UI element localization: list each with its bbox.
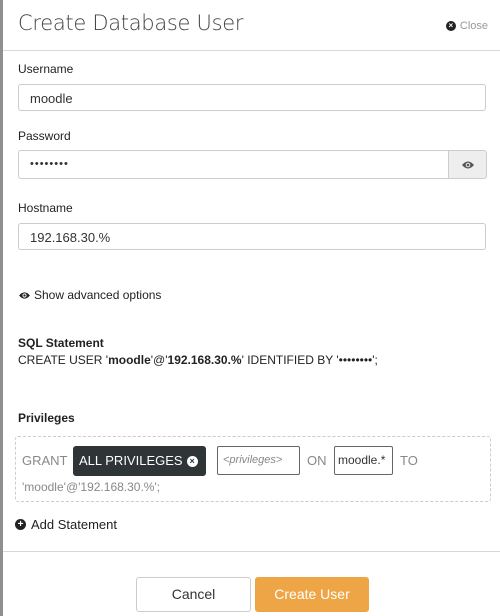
hostname-label: Hostname (18, 201, 73, 215)
hostname-input[interactable]: 192.168.30.% (18, 223, 486, 250)
close-label: Close (459, 20, 488, 32)
privilege-chip-label: ALL PRIVILEGES (79, 453, 183, 468)
times-circle-icon: × (445, 21, 456, 31)
sql-host: 192.168.30.% (167, 353, 242, 367)
dialog-header: Create Database User × Close (3, 0, 500, 51)
sql-prefix: CREATE USER ' (18, 353, 109, 367)
sql-suffix: ' IDENTIFIED BY '••••••••'; (241, 353, 378, 367)
eye-icon (19, 291, 30, 299)
cancel-button[interactable]: Cancel (136, 577, 251, 612)
add-statement-label: Add Statement (31, 517, 117, 532)
create-database-user-dialog: Create Database User × Close Username mo… (3, 0, 500, 616)
add-statement-button[interactable]: + Add Statement (15, 517, 117, 532)
close-button[interactable]: × Close (445, 20, 488, 32)
sql-mid: '@' (150, 353, 168, 367)
dialog-title: Create Database User (18, 11, 244, 35)
grant-target: 'moodle'@'192.168.30.%'; (22, 480, 161, 494)
grant-keyword: GRANT (22, 453, 68, 468)
show-password-button[interactable] (448, 150, 487, 179)
sql-user: moodle (108, 353, 151, 367)
to-keyword: TO (400, 453, 418, 468)
plus-circle-icon: + (15, 519, 26, 530)
password-field: •••••••• (18, 150, 487, 179)
sql-statement: CREATE USER 'moodle'@'192.168.30.%' IDEN… (18, 353, 378, 367)
grant-statement: GRANT ALL PRIVILEGES × <privileges> ON m… (15, 436, 491, 502)
footer-divider (3, 551, 500, 552)
privileges-input[interactable]: <privileges> (217, 446, 300, 475)
show-advanced-options-link[interactable]: Show advanced options (18, 288, 161, 302)
password-input[interactable]: •••••••• (18, 150, 448, 179)
username-input[interactable]: moodle (18, 84, 486, 111)
show-advanced-options-label: Show advanced options (34, 288, 162, 302)
username-label: Username (18, 62, 74, 76)
sql-statement-heading: SQL Statement (18, 336, 104, 350)
create-user-button[interactable]: Create User (255, 577, 369, 612)
database-input[interactable]: moodle.* (334, 446, 393, 475)
privilege-chip[interactable]: ALL PRIVILEGES × (73, 446, 206, 476)
on-keyword: ON (307, 453, 327, 468)
password-label: Password (18, 129, 71, 143)
remove-privilege-icon[interactable]: × (186, 455, 198, 467)
privileges-heading: Privileges (18, 411, 75, 425)
eye-icon (461, 161, 474, 168)
